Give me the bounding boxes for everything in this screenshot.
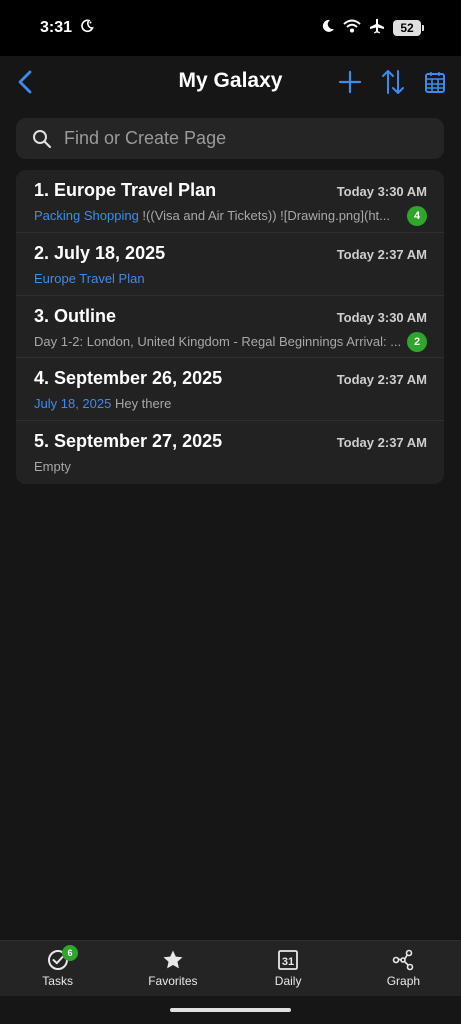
search-bar[interactable] bbox=[16, 118, 444, 159]
search-icon bbox=[33, 129, 52, 148]
list-item[interactable]: 5. September 27, 2025 Today 2:37 AM Empt… bbox=[16, 421, 444, 484]
page-title-text: 4. September 26, 2025 bbox=[34, 368, 223, 389]
page-preview: Europe Travel Plan bbox=[34, 271, 145, 286]
page-title-text: 5. September 27, 2025 bbox=[34, 431, 223, 452]
battery-icon: 52 bbox=[393, 20, 424, 36]
search-input[interactable] bbox=[64, 128, 404, 149]
list-item[interactable]: 4. September 26, 2025 Today 2:37 AM July… bbox=[16, 358, 444, 422]
status-time: 3:31 bbox=[40, 19, 73, 36]
header: My Galaxy bbox=[0, 56, 461, 108]
count-badge: 2 bbox=[407, 331, 427, 352]
page-link[interactable]: Packing Shopping bbox=[34, 208, 139, 223]
wifi-icon bbox=[343, 19, 361, 38]
calendar-day-icon: 31 bbox=[278, 950, 299, 970]
page-preview: Packing Shopping !((Visa and Air Tickets… bbox=[34, 208, 390, 223]
list-item[interactable]: 2. July 18, 2025 Today 2:37 AM Europe Tr… bbox=[16, 233, 444, 296]
preview-text: Day 1-2: London, United Kingdom - Regal … bbox=[34, 333, 402, 349]
nav-tasks-label: Tasks bbox=[42, 974, 73, 988]
page-preview: Empty bbox=[34, 459, 71, 474]
moon-icon bbox=[321, 19, 335, 38]
star-icon bbox=[163, 950, 183, 969]
page-list: 1. Europe Travel Plan Today 3:30 AM Pack… bbox=[16, 170, 444, 484]
nav-favorites[interactable]: Favorites bbox=[115, 941, 230, 996]
page-link[interactable]: July 18, 2025 bbox=[34, 396, 111, 411]
add-page-button[interactable] bbox=[336, 68, 364, 96]
page-timestamp: Today 3:30 AM bbox=[336, 184, 427, 199]
page-timestamp: Today 2:37 AM bbox=[336, 372, 427, 388]
page-title-text: 3. Outline bbox=[34, 305, 117, 326]
preview-text: Empty bbox=[34, 459, 71, 475]
page-preview: July 18, 2025 Hey there bbox=[34, 396, 171, 411]
tasks-badge: 6 bbox=[62, 945, 78, 961]
sort-button[interactable] bbox=[379, 68, 407, 96]
home-indicator[interactable] bbox=[170, 1008, 291, 1012]
calendar-icon bbox=[425, 72, 445, 93]
page-timestamp: Today 2:37 AM bbox=[336, 435, 427, 451]
airplane-icon bbox=[369, 18, 385, 39]
count-badge: 4 bbox=[407, 206, 427, 226]
page-timestamp: Today 2:37 AM bbox=[336, 246, 427, 262]
nav-daily-label: Daily bbox=[274, 974, 302, 988]
page-title-text: 1. Europe Travel Plan bbox=[34, 180, 217, 200]
preview-text: !((Visa and Air Tickets)) ![Drawing.png]… bbox=[138, 208, 390, 223]
page-preview: Day 1-2: London, United Kingdom - Regal … bbox=[34, 334, 401, 349]
nav-tasks[interactable]: 6 Tasks bbox=[0, 941, 115, 996]
list-item[interactable]: 1. Europe Travel Plan Today 3:30 AM Pack… bbox=[16, 170, 444, 233]
bottom-nav: 6 Tasks Favorites 31 Daily Graph bbox=[0, 940, 461, 996]
status-bar: 3:31 52 bbox=[0, 0, 461, 56]
do-not-disturb-icon bbox=[80, 18, 94, 38]
nav-graph[interactable]: Graph bbox=[346, 941, 461, 996]
preview-text: Hey there bbox=[111, 396, 172, 412]
plus-icon bbox=[338, 70, 362, 94]
nav-daily[interactable]: 31 Daily bbox=[231, 941, 346, 996]
nav-graph-label: Graph bbox=[386, 974, 421, 988]
calendar-button[interactable] bbox=[421, 68, 449, 96]
page-link[interactable]: Europe Travel Plan bbox=[34, 271, 145, 286]
nav-favorites-label: Favorites bbox=[148, 974, 198, 988]
page-timestamp: Today 3:30 AM bbox=[336, 309, 427, 325]
daily-icon-number: 31 bbox=[282, 956, 294, 968]
sort-icon bbox=[382, 70, 404, 94]
page-title-text: 2. July 18, 2025 bbox=[34, 242, 166, 263]
graph-icon bbox=[393, 949, 414, 971]
gesture-area bbox=[0, 996, 461, 1024]
list-item[interactable]: 3. Outline Today 3:30 AM Day 1-2: London… bbox=[16, 296, 444, 359]
